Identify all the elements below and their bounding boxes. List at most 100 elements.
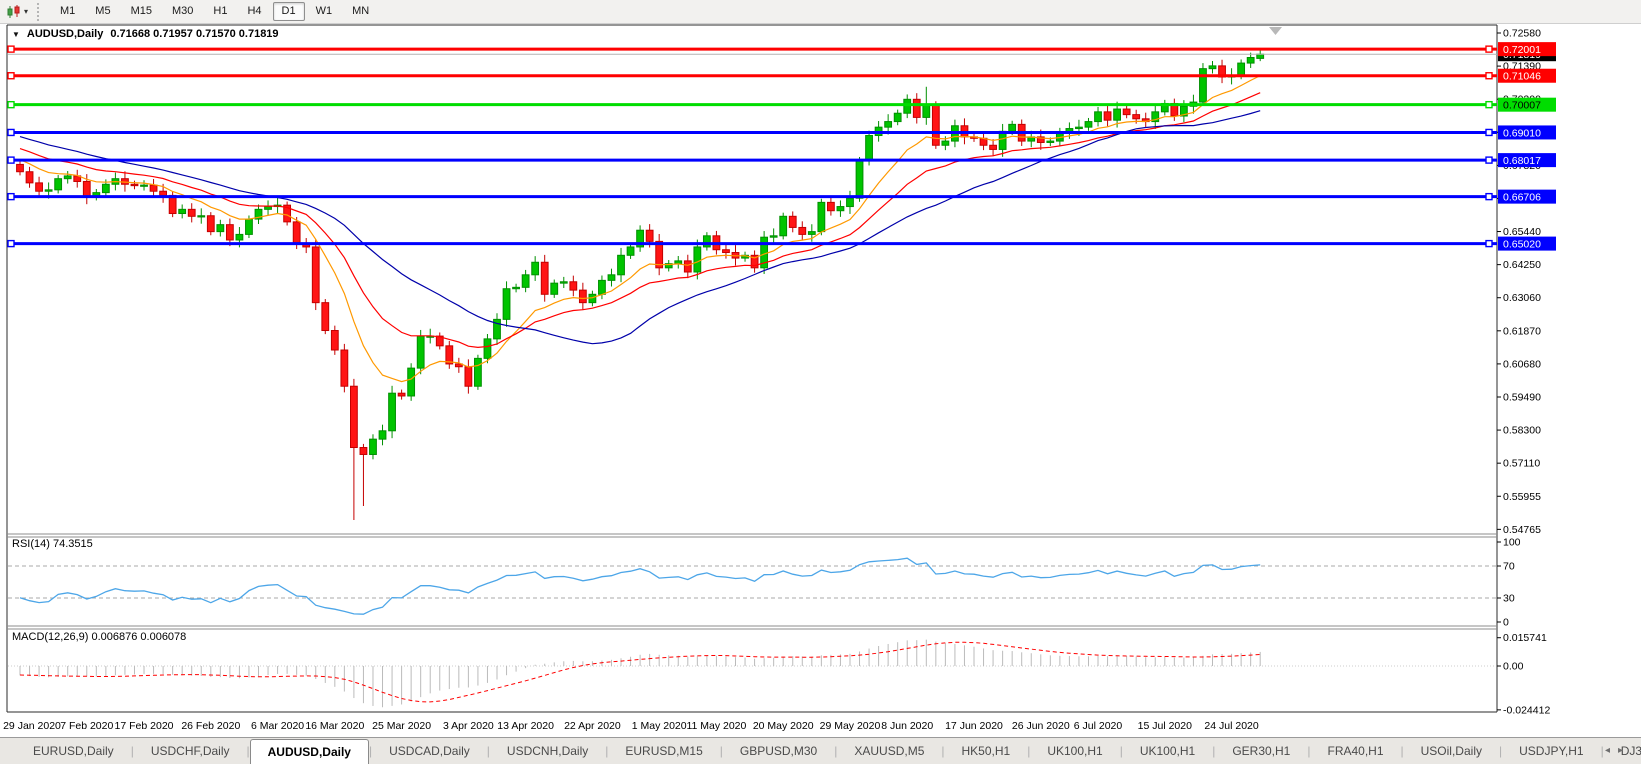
candle-bear [579, 290, 586, 303]
hline-handle[interactable] [1486, 194, 1492, 200]
macd-label: MACD(12,26,9) 0.006876 0.006078 [12, 631, 186, 643]
candle-bear [322, 303, 329, 331]
timeframe-buttons: M1M5M15M30H1H4D1W1MN [50, 2, 379, 21]
chart-canvas[interactable]: 0.725800.713900.702000.690100.678200.666… [0, 24, 1641, 737]
tab-scroll-left-icon[interactable]: ◂ [1605, 745, 1618, 756]
chart-title: ▼ AUDUSD,Daily 0.71668 0.71957 0.71570 0… [12, 28, 279, 40]
hline-handle[interactable] [1486, 129, 1492, 135]
candle-bear [160, 191, 167, 195]
candle-bear [1133, 115, 1140, 119]
candle-bear [990, 145, 997, 149]
collapse-arrow-icon[interactable]: ▼ [12, 30, 20, 39]
chart-tab-usdcad-daily[interactable]: USDCAD,Daily [372, 738, 487, 764]
hline-handle[interactable] [1486, 73, 1492, 79]
hline-handle[interactable] [8, 129, 14, 135]
timeframe-button-m1[interactable]: M1 [51, 2, 84, 21]
candle-bull [408, 368, 415, 396]
chart-tab-usdchf-daily[interactable]: USDCHF,Daily [134, 738, 247, 764]
tab-scroll-right-icon[interactable]: ▸ [1618, 745, 1631, 756]
hline-handle[interactable] [1486, 46, 1492, 52]
hline-handle[interactable] [1486, 102, 1492, 108]
chart-tab-usdcnh-daily[interactable]: USDCNH,Daily [490, 738, 605, 764]
timeframe-button-m15[interactable]: M15 [122, 2, 161, 21]
candle-bull [808, 232, 815, 235]
timeframe-button-d1[interactable]: D1 [273, 2, 305, 21]
chart-tab-gbpusd-m30[interactable]: GBPUSD,M30 [723, 738, 834, 764]
hline-handle[interactable] [8, 241, 14, 247]
candle-bear [341, 350, 348, 386]
ohlc-values: 0.71668 0.71957 0.71570 0.71819 [110, 28, 278, 40]
timeframe-button-w1[interactable]: W1 [307, 2, 342, 21]
candle-bull [45, 190, 52, 191]
candle-bear [36, 183, 43, 191]
hline-handle[interactable] [8, 157, 14, 163]
chart-tab-ger30-h1[interactable]: GER30,H1 [1215, 738, 1307, 764]
rsi-tick-label: 100 [1503, 537, 1521, 549]
hline-handle[interactable] [1486, 241, 1492, 247]
date-tick-label: 29 Jan 2020 [3, 720, 61, 732]
candle-bear [913, 99, 920, 117]
chart-tab-uk100-h1[interactable]: UK100,H1 [1030, 738, 1119, 764]
timeframe-button-m5[interactable]: M5 [86, 2, 119, 21]
hline-handle[interactable] [1486, 157, 1492, 163]
candle-bull [179, 209, 186, 213]
candle-bull [55, 179, 62, 190]
tab-scroll-arrows[interactable]: ◂▸ [1605, 745, 1631, 756]
chart-region: 0.725800.713900.702000.690100.678200.666… [0, 24, 1641, 737]
candle-bull [1085, 122, 1092, 128]
candle-bull [618, 255, 625, 274]
candle-bull [904, 99, 911, 113]
chart-tab-usoil-daily[interactable]: USOil,Daily [1404, 738, 1499, 764]
candle-bull [694, 247, 701, 272]
chart-tab-eurusd-daily[interactable]: EURUSD,Daily [16, 738, 131, 764]
chart-tab-uk100-h1[interactable]: UK100,H1 [1123, 738, 1212, 764]
candle-bull [1238, 63, 1245, 76]
chart-tab-usdjpy-h1[interactable]: USDJPY,H1 [1502, 738, 1600, 764]
candle-bear [17, 164, 24, 171]
candle-bear [351, 386, 358, 447]
candle-bull [217, 225, 224, 232]
candle-bull [770, 236, 777, 237]
macd-tick-label: 0.015741 [1503, 632, 1547, 644]
date-tick-label: 6 Mar 2020 [251, 720, 304, 732]
rsi-tick-label: 70 [1503, 561, 1515, 573]
candle-bull [370, 439, 377, 454]
candle-bear [656, 241, 663, 267]
candle-bull [513, 287, 520, 288]
timeframe-button-mn[interactable]: MN [343, 2, 378, 21]
rsi-tick-label: 0 [1503, 617, 1509, 629]
hline-handle[interactable] [8, 46, 14, 52]
chart-type-button[interactable]: ▾ [2, 2, 32, 22]
date-tick-label: 15 Jul 2020 [1138, 720, 1192, 732]
candle-bull [1009, 124, 1016, 131]
hline-handle[interactable] [8, 73, 14, 79]
candlestick-chart-icon [6, 4, 22, 20]
candle-bull [1200, 69, 1207, 102]
candle-bear [932, 105, 939, 145]
date-tick-label: 24 Jul 2020 [1204, 720, 1258, 732]
hline-handle[interactable] [8, 194, 14, 200]
candle-bull [999, 131, 1006, 149]
timeframe-button-h1[interactable]: H1 [204, 2, 236, 21]
chart-tabs: EURUSD,Daily|USDCHF,Daily|AUDUSD,Daily|U… [16, 738, 1641, 764]
candle-bear [293, 222, 300, 244]
hline-handle[interactable] [8, 102, 14, 108]
chart-tab-xauusd-m5[interactable]: XAUUSD,M5 [837, 738, 941, 764]
level-badge-label: 0.66706 [1503, 192, 1541, 204]
chart-tab-eurusd-m15[interactable]: EURUSD,M15 [608, 738, 719, 764]
chart-tab-hk50-h1[interactable]: HK50,H1 [945, 738, 1028, 764]
timeframe-button-h4[interactable]: H4 [238, 2, 270, 21]
candle-bull [894, 113, 901, 121]
price-tick-label: 0.60680 [1503, 358, 1541, 370]
toolbar: ▾ M1M5M15M30H1H4D1W1MN [0, 0, 1641, 24]
candle-bull [1076, 127, 1083, 128]
candle-bear [1104, 112, 1111, 120]
candle-bear [646, 230, 653, 241]
chart-tab-fra40-h1[interactable]: FRA40,H1 [1310, 738, 1400, 764]
chart-tab-audusd-daily[interactable]: AUDUSD,Daily [250, 739, 369, 764]
candle-bear [360, 448, 367, 455]
symbol-label: AUDUSD,Daily [27, 28, 103, 40]
candle-bull [1247, 58, 1254, 64]
candle-bear [828, 202, 835, 210]
timeframe-button-m30[interactable]: M30 [163, 2, 202, 21]
